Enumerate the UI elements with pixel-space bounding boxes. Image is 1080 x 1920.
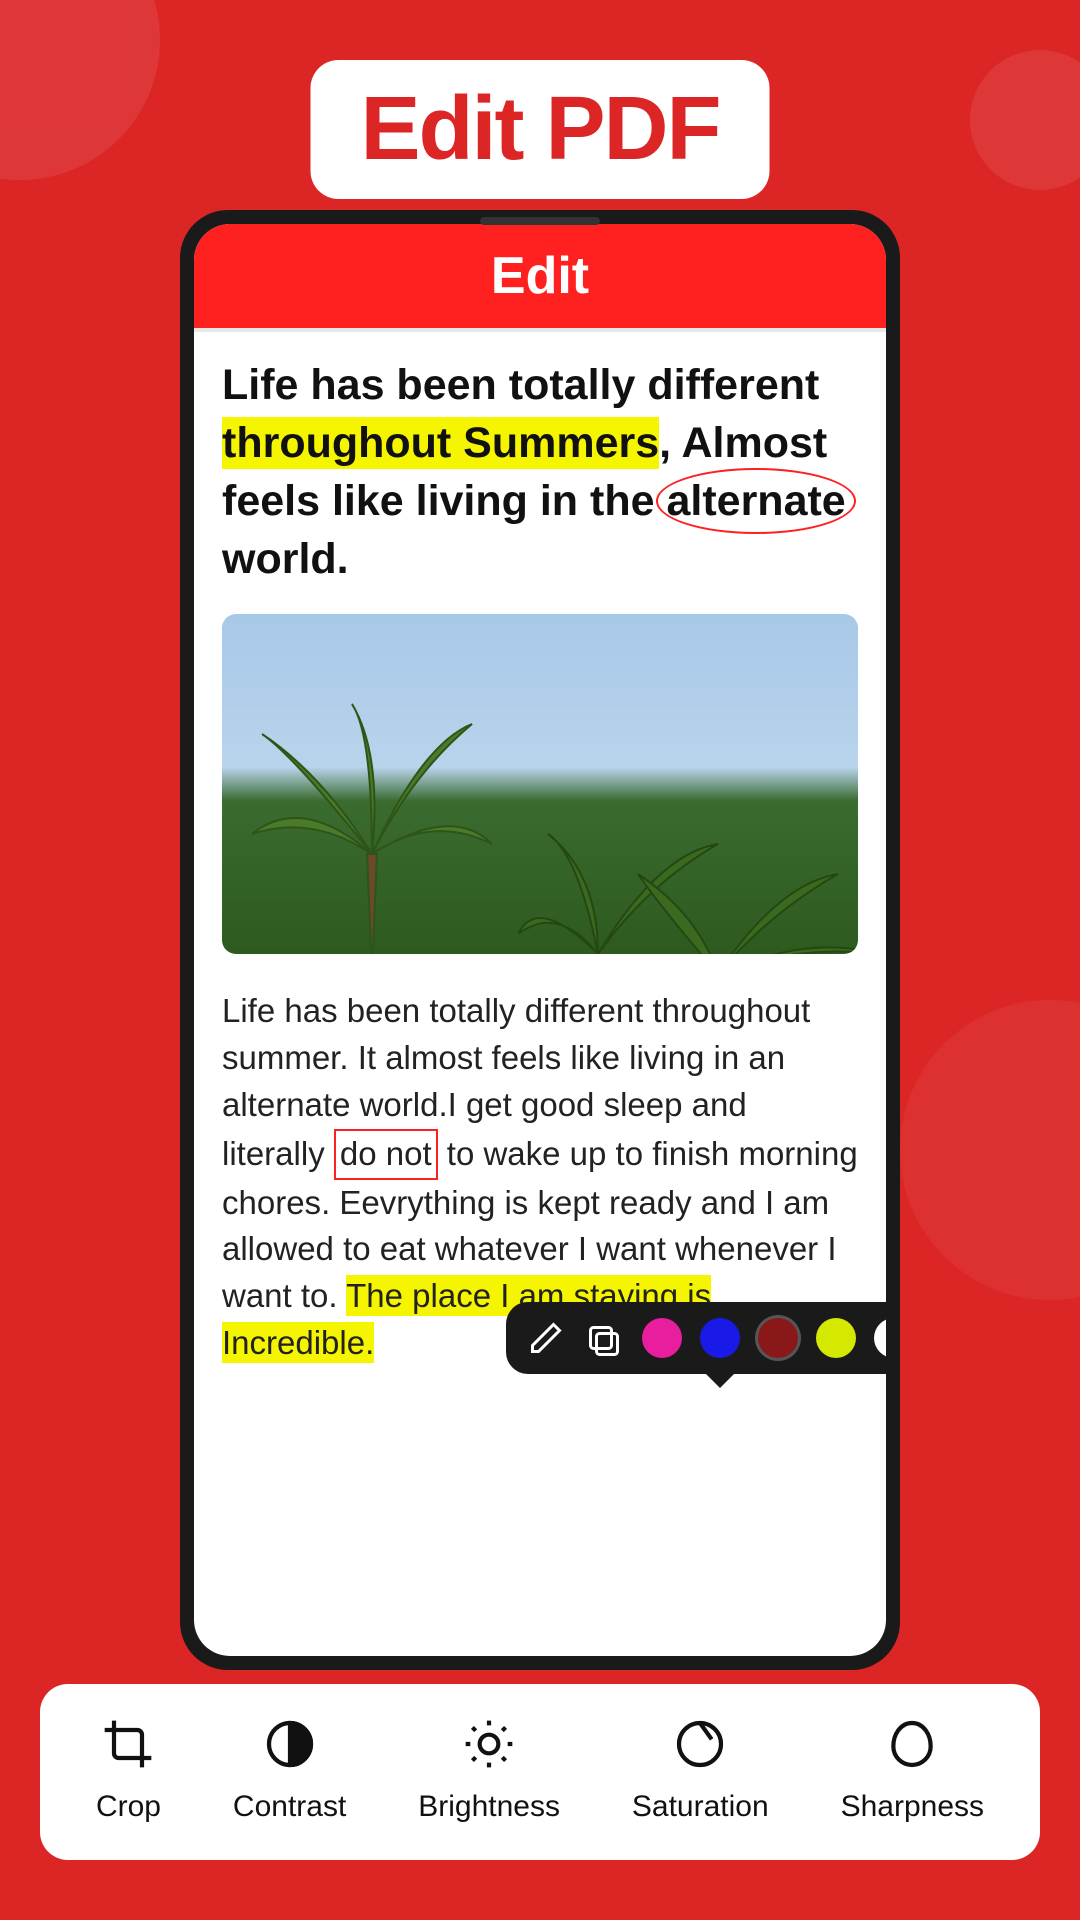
bg-decoration <box>970 50 1080 190</box>
saturation-icon <box>668 1712 732 1776</box>
phone-notch <box>480 217 600 225</box>
palm-tree-graphic <box>242 694 502 954</box>
tool-label: Brightness <box>418 1790 560 1824</box>
document-heading[interactable]: Life has been totally different througho… <box>222 356 858 588</box>
sharpness-tool[interactable]: Sharpness <box>841 1712 984 1824</box>
brightness-tool[interactable]: Brightness <box>418 1712 560 1824</box>
palm-tree-graphic <box>518 754 858 954</box>
sharpness-icon <box>880 1712 944 1776</box>
rectangle-icon[interactable] <box>584 1318 624 1358</box>
circle-annotation[interactable]: alternate <box>666 472 845 530</box>
phone-screen: Edit Life has been totally different thr… <box>194 224 886 1656</box>
heading-text: Life has been totally different <box>222 361 819 409</box>
color-swatch-darkred[interactable] <box>758 1318 798 1358</box>
pencil-icon[interactable] <box>526 1318 566 1358</box>
tool-label: Crop <box>96 1790 161 1824</box>
tool-label: Contrast <box>233 1790 346 1824</box>
para-text: to wake up to finish <box>438 1135 739 1172</box>
document-image[interactable] <box>222 614 858 954</box>
bg-decoration <box>900 1000 1080 1300</box>
hero-title: Edit PDF <box>361 78 720 181</box>
document-body[interactable]: Life has been totally different througho… <box>194 332 886 1656</box>
app-header-title: Edit <box>491 246 589 306</box>
contrast-tool[interactable]: Contrast <box>233 1712 346 1824</box>
tool-label: Sharpness <box>841 1790 984 1824</box>
color-swatch-blue[interactable] <box>700 1318 740 1358</box>
circled-text: alternate <box>666 477 845 525</box>
heading-text: world. <box>222 535 349 583</box>
color-swatch-magenta[interactable] <box>642 1318 682 1358</box>
brightness-icon <box>457 1712 521 1776</box>
contrast-icon <box>258 1712 322 1776</box>
crop-tool[interactable]: Crop <box>96 1712 161 1824</box>
color-swatch-white[interactable] <box>874 1318 886 1358</box>
phone-frame: Edit Life has been totally different thr… <box>180 210 900 1670</box>
hero-title-badge: Edit PDF <box>311 60 770 199</box>
saturation-tool[interactable]: Saturation <box>632 1712 769 1824</box>
highlight-annotation[interactable]: throughout Summers <box>222 417 659 469</box>
annotation-toolbar[interactable] <box>506 1302 886 1374</box>
color-swatch-yellow[interactable] <box>816 1318 856 1358</box>
app-header: Edit <box>194 224 886 332</box>
tool-label: Saturation <box>632 1790 769 1824</box>
bottom-toolbar: Crop Contrast Brightness Saturation Shar… <box>40 1684 1040 1860</box>
bg-decoration <box>0 0 160 180</box>
crop-icon <box>96 1712 160 1776</box>
box-annotation[interactable]: do not <box>334 1129 438 1180</box>
